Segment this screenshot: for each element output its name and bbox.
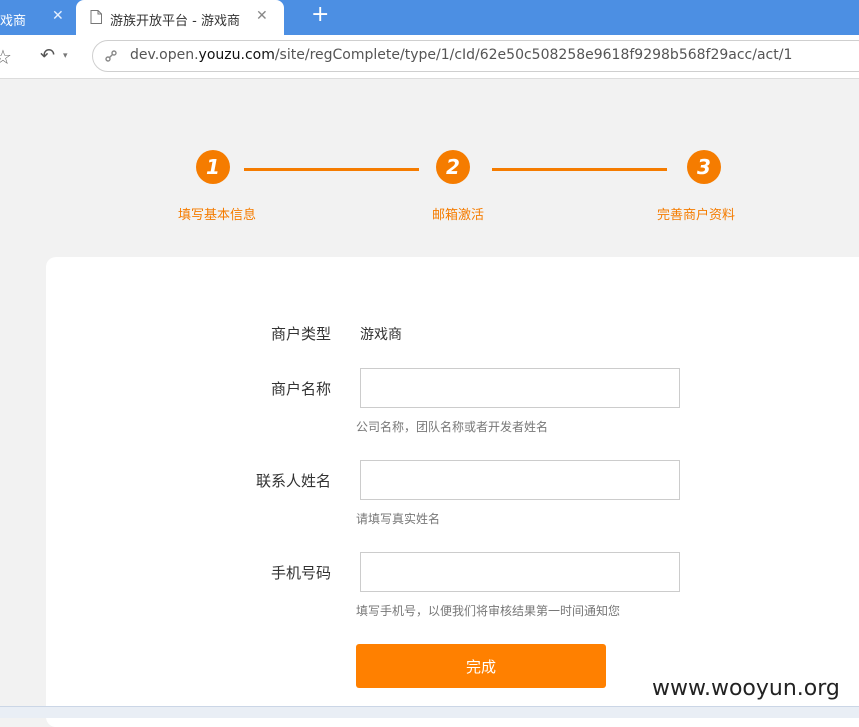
tab-active[interactable]: 游族开放平台 - 游戏商 ✕ bbox=[76, 0, 284, 35]
step-2-circle: 2 bbox=[436, 150, 470, 184]
contact-name-input[interactable] bbox=[360, 460, 680, 500]
step-3-label: 完善商户资料 bbox=[657, 208, 736, 223]
complete-button[interactable]: 完成 bbox=[356, 644, 606, 688]
url-text: dev.open.youzu.com/site/regComplete/type… bbox=[130, 47, 792, 63]
step-1-circle: 1 bbox=[196, 150, 230, 184]
address-bar[interactable]: dev.open.youzu.com/site/regComplete/type… bbox=[92, 40, 859, 72]
undo-icon[interactable]: ↶ bbox=[40, 45, 55, 66]
status-strip bbox=[0, 706, 859, 718]
step-2-label: 邮箱激活 bbox=[432, 208, 485, 223]
url-scheme: dev.open. bbox=[130, 47, 199, 63]
browser-nav-bar: ☆ ↶ ▾ dev.open.youzu.com/site/regComplet… bbox=[0, 35, 859, 79]
registration-steps: 1 2 3 填写基本信息 邮箱激活 完善商户资料 bbox=[0, 78, 859, 258]
contact-name-label: 联系人姓名 bbox=[256, 472, 332, 490]
phone-label: 手机号码 bbox=[271, 564, 332, 582]
tab-close-icon[interactable]: ✕ bbox=[256, 8, 268, 24]
chevron-down-icon[interactable]: ▾ bbox=[63, 51, 68, 61]
merchant-name-label: 商户名称 bbox=[271, 380, 332, 398]
page-icon bbox=[90, 10, 102, 24]
step-1-label: 填写基本信息 bbox=[178, 208, 257, 223]
new-tab-button[interactable]: + bbox=[311, 4, 329, 26]
step-connector bbox=[492, 168, 667, 171]
tab-inactive[interactable]: 戏商 ✕ bbox=[0, 0, 76, 35]
merchant-type-value: 游戏商 bbox=[360, 327, 402, 343]
merchant-type-label: 商户类型 bbox=[271, 325, 332, 343]
security-icon bbox=[105, 50, 117, 62]
tab-label: 戏商 bbox=[0, 14, 27, 29]
merchant-name-hint: 公司名称，团队名称或者开发者姓名 bbox=[356, 420, 549, 434]
contact-name-hint: 请填写真实姓名 bbox=[356, 512, 441, 526]
merchant-name-input[interactable] bbox=[360, 368, 680, 408]
step-connector bbox=[244, 168, 419, 171]
url-path: /site/regComplete/type/1/cId/62e50c50825… bbox=[274, 47, 793, 63]
merchant-form-card: 商户类型 游戏商 商户名称 公司名称，团队名称或者开发者姓名 联系人姓名 请填写… bbox=[46, 257, 859, 727]
browser-tab-bar: 戏商 ✕ 游族开放平台 - 游戏商 ✕ + bbox=[0, 0, 859, 35]
phone-input[interactable] bbox=[360, 552, 680, 592]
url-host: youzu.com bbox=[198, 47, 275, 63]
star-icon[interactable]: ☆ bbox=[0, 45, 12, 69]
tab-label: 游族开放平台 - 游戏商 bbox=[110, 14, 240, 29]
tab-close-icon[interactable]: ✕ bbox=[52, 8, 64, 24]
watermark: www.wooyun.org bbox=[652, 676, 840, 701]
step-3-circle: 3 bbox=[687, 150, 721, 184]
phone-hint: 填写手机号，以便我们将审核结果第一时间通知您 bbox=[356, 604, 621, 618]
